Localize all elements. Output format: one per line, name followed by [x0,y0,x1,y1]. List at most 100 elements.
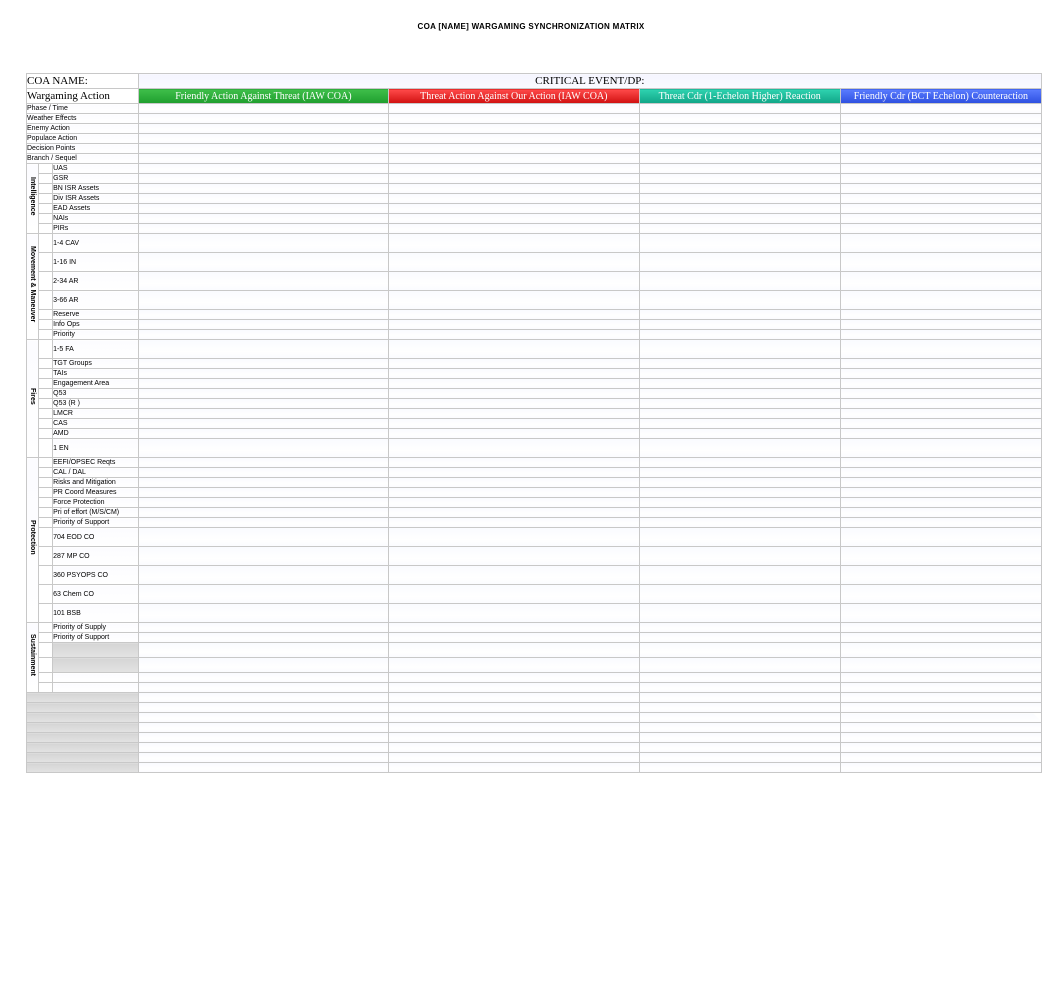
data-cell [389,224,639,234]
row-label [27,753,139,763]
data-cell [840,733,1041,743]
data-cell [840,547,1041,566]
data-cell [389,340,639,359]
data-cell [389,291,639,310]
blank [39,253,53,272]
data-cell [389,547,639,566]
data-cell [389,458,639,468]
data-cell [389,399,639,409]
data-cell [389,498,639,508]
row-label [53,643,139,658]
sync-matrix: COA NAME: CRITICAL EVENT/DP: Wargaming A… [26,73,1042,773]
data-cell [840,104,1041,114]
data-cell [639,234,840,253]
blank [39,604,53,623]
data-cell [138,184,388,194]
row-label: Engagement Area [53,379,139,389]
row-label: 63 Chem CO [53,585,139,604]
data-cell [138,330,388,340]
blank [39,658,53,673]
data-cell [389,104,639,114]
row-label: UAS [53,164,139,174]
data-cell [138,340,388,359]
data-cell [389,409,639,419]
data-cell [138,585,388,604]
data-cell [138,528,388,547]
column-header-threat-cdr: Threat Cdr (1-Echelon Higher) Reaction [639,89,840,104]
data-cell [389,164,639,174]
data-cell [389,439,639,458]
data-cell [138,399,388,409]
data-cell [639,723,840,733]
row-label: Enemy Action [27,124,139,134]
data-cell [389,763,639,773]
row-label [27,743,139,753]
data-cell [840,488,1041,498]
data-cell [389,478,639,488]
data-cell [639,468,840,478]
data-cell [138,291,388,310]
data-cell [639,713,840,723]
data-cell [138,379,388,389]
data-cell [840,194,1041,204]
data-cell [639,673,840,683]
data-cell [639,498,840,508]
data-cell [389,144,639,154]
data-cell [138,104,388,114]
data-cell [389,566,639,585]
data-cell [389,585,639,604]
data-cell [138,429,388,439]
data-cell [138,623,388,633]
data-cell [138,154,388,164]
data-cell [639,733,840,743]
blank [39,488,53,498]
data-cell [840,658,1041,673]
data-cell [639,399,840,409]
row-label: PR Coord Measures [53,488,139,498]
data-cell [389,518,639,528]
data-cell [389,633,639,643]
data-cell [639,633,840,643]
data-cell [389,320,639,330]
data-cell [138,419,388,429]
section-intelligence: Intelligence [27,164,39,234]
data-cell [639,330,840,340]
data-cell [639,528,840,547]
blank [39,623,53,633]
data-cell [138,693,388,703]
data-cell [389,643,639,658]
data-cell [840,458,1041,468]
section-movement-label: Movement & Maneuver [29,246,36,322]
data-cell [389,743,639,753]
blank [39,508,53,518]
blank [39,528,53,547]
row-label: 287 MP CO [53,547,139,566]
data-cell [138,174,388,184]
data-cell [840,234,1041,253]
data-cell [639,340,840,359]
data-cell [138,488,388,498]
blank [39,214,53,224]
data-cell [639,114,840,124]
blank [39,184,53,194]
column-header-threat-action: Threat Action Against Our Action (IAW CO… [389,89,639,104]
blank [39,439,53,458]
data-cell [840,518,1041,528]
data-cell [138,369,388,379]
data-cell [840,310,1041,320]
row-label: Q53 [53,389,139,399]
data-cell [840,272,1041,291]
blank [39,585,53,604]
data-cell [138,214,388,224]
data-cell [639,566,840,585]
data-cell [639,124,840,134]
data-cell [840,508,1041,518]
critical-event-label: CRITICAL EVENT/DP: [138,74,1041,89]
data-cell [840,703,1041,713]
blank [39,458,53,468]
data-cell [639,703,840,713]
data-cell [138,658,388,673]
data-cell [639,359,840,369]
row-label [27,693,139,703]
data-cell [389,174,639,184]
